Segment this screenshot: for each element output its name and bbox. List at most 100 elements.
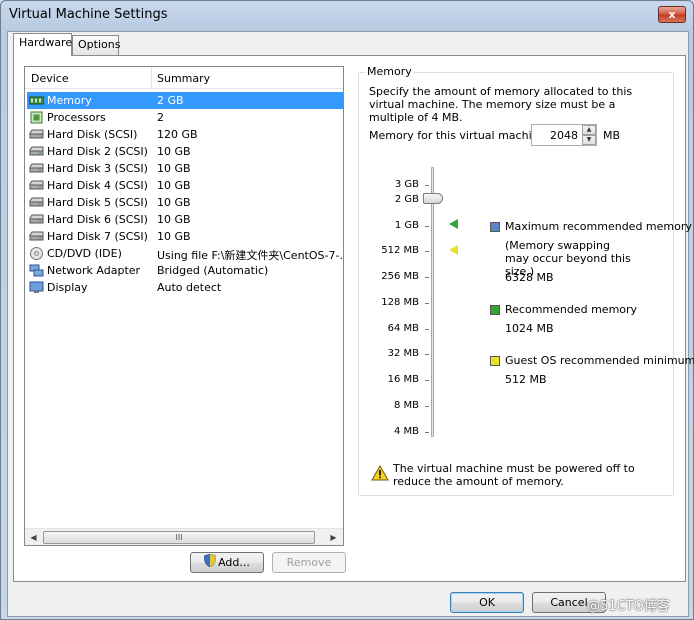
min-legend-swatch xyxy=(490,356,500,366)
recommended-marker-icon xyxy=(449,219,458,229)
scale-label: 32 MB xyxy=(387,348,419,359)
device-summary: 10 GB xyxy=(157,213,191,226)
device-row[interactable]: Network Adapter Bridged (Automatic) xyxy=(27,262,343,279)
rec-legend-value: 1024 MB xyxy=(505,322,554,335)
device-row[interactable]: CD/DVD (IDE) Using file F:\新建文件夹\CentOS-7… xyxy=(27,245,343,262)
scale-tick xyxy=(425,185,429,186)
hard-disk-icon xyxy=(29,128,44,141)
scale-label: 128 MB xyxy=(381,297,419,308)
device-name: Display xyxy=(47,281,88,294)
device-list-header: Device Summary xyxy=(25,67,343,89)
device-name: Hard Disk 4 (SCSI) xyxy=(47,179,148,192)
hard-disk-icon xyxy=(29,145,44,158)
device-summary: Using file F:\新建文件夹\CentOS-7-... xyxy=(157,249,343,262)
scale-label: 64 MB xyxy=(387,323,419,334)
scroll-left-icon[interactable]: ◀ xyxy=(25,529,42,545)
device-row[interactable]: Hard Disk 2 (SCSI) 10 GB xyxy=(27,143,343,160)
device-summary: Auto detect xyxy=(157,281,222,294)
memory-group-title: Memory xyxy=(365,65,414,78)
memory-input[interactable] xyxy=(533,126,580,144)
column-summary[interactable]: Summary xyxy=(157,72,210,85)
memory-spinner[interactable]: ▲ ▼ xyxy=(531,124,597,146)
window-title: Virtual Machine Settings xyxy=(9,7,168,22)
scale-label: 256 MB xyxy=(381,271,419,282)
scale-tick xyxy=(425,354,429,355)
add-button-label: Add... xyxy=(218,556,250,569)
device-name: CD/DVD (IDE) xyxy=(47,247,122,260)
scale-tick xyxy=(425,303,429,304)
device-name: Processors xyxy=(47,111,106,124)
spin-up-icon[interactable]: ▲ xyxy=(582,125,596,135)
tab-options[interactable]: Options xyxy=(72,35,120,55)
device-name: Hard Disk 3 (SCSI) xyxy=(47,162,148,175)
device-row[interactable]: Processors 2 xyxy=(27,109,343,126)
display-icon xyxy=(29,281,44,294)
ok-button[interactable]: OK xyxy=(450,592,524,613)
device-row[interactable]: Hard Disk 3 (SCSI) 10 GB xyxy=(27,160,343,177)
device-name: Network Adapter xyxy=(47,264,141,277)
scale-tick xyxy=(425,432,429,433)
scale-tick xyxy=(425,406,429,407)
add-button[interactable]: Add... xyxy=(190,552,264,573)
memory-slider-track[interactable] xyxy=(431,167,434,437)
column-device[interactable]: Device xyxy=(31,72,69,85)
scale-tick xyxy=(425,251,429,252)
spin-down-icon[interactable]: ▼ xyxy=(582,135,596,145)
scale-label: 8 MB xyxy=(393,400,419,411)
warning-icon xyxy=(371,464,389,481)
scroll-right-icon[interactable]: ▶ xyxy=(325,529,342,545)
scale-tick xyxy=(425,380,429,381)
memory-slider-thumb[interactable] xyxy=(423,193,443,204)
scale-tick xyxy=(425,226,429,227)
memory-field-label: Memory for this virtual machine: xyxy=(369,129,550,142)
device-row[interactable]: Hard Disk (SCSI) 120 GB xyxy=(27,126,343,143)
tab-hardware[interactable]: Hardware xyxy=(13,33,72,56)
device-row[interactable]: Hard Disk 4 (SCSI) 10 GB xyxy=(27,177,343,194)
memory-unit: MB xyxy=(603,129,621,142)
device-row[interactable]: Hard Disk 5 (SCSI) 10 GB xyxy=(27,194,343,211)
device-row[interactable]: Memory 2 GB xyxy=(27,92,343,109)
cd-dvd-icon xyxy=(29,247,44,260)
device-name: Hard Disk (SCSI) xyxy=(47,128,138,141)
hard-disk-icon xyxy=(29,213,44,226)
device-name: Hard Disk 7 (SCSI) xyxy=(47,230,148,243)
scale-tick xyxy=(425,277,429,278)
device-summary: 2 GB xyxy=(157,94,184,107)
device-row[interactable]: Display Auto detect xyxy=(27,279,343,296)
hard-disk-icon xyxy=(29,196,44,209)
device-name: Hard Disk 5 (SCSI) xyxy=(47,196,148,209)
dialog-client: Hardware Options Device Summary Memory 2 … xyxy=(7,31,694,617)
max-legend-swatch xyxy=(490,222,500,232)
hard-disk-icon xyxy=(29,162,44,175)
device-list[interactable]: Device Summary Memory 2 GB Processors 2 Hard… xyxy=(24,66,344,546)
remove-button[interactable]: Remove xyxy=(272,552,346,573)
column-separator xyxy=(151,67,152,89)
device-name: Hard Disk 6 (SCSI) xyxy=(47,213,148,226)
hard-disk-icon xyxy=(29,179,44,192)
memory-group: Memory Specify the amount of memory allo… xyxy=(358,65,694,496)
rec-legend-label: Recommended memory xyxy=(505,303,638,316)
scale-tick xyxy=(425,329,429,330)
device-summary: 2 xyxy=(157,111,164,124)
device-summary: 120 GB xyxy=(157,128,198,141)
settings-window: Virtual Machine Settings x Hardware Opti… xyxy=(0,0,694,620)
close-button[interactable]: x xyxy=(658,6,686,23)
scale-label: 3 GB xyxy=(394,179,419,190)
scale-label: 4 MB xyxy=(393,426,419,437)
device-summary: 10 GB xyxy=(157,162,191,175)
scale-label: 1 GB xyxy=(394,220,419,231)
device-summary: 10 GB xyxy=(157,145,191,158)
memory-description: Specify the amount of memory allocated t… xyxy=(369,85,633,124)
scroll-thumb[interactable]: III xyxy=(43,531,315,544)
min-legend-label: Guest OS recommended minimum xyxy=(505,354,694,367)
scale-label: 512 MB xyxy=(381,245,419,256)
device-name: Memory xyxy=(47,94,92,107)
device-summary: 10 GB xyxy=(157,196,191,209)
device-summary: 10 GB xyxy=(157,230,191,243)
minimum-marker-icon xyxy=(449,245,458,255)
processor-icon xyxy=(29,111,44,124)
device-summary: Bridged (Automatic) xyxy=(157,264,269,277)
device-row[interactable]: Hard Disk 7 (SCSI) 10 GB xyxy=(27,228,343,245)
device-row[interactable]: Hard Disk 6 (SCSI) 10 GB xyxy=(27,211,343,228)
horizontal-scrollbar[interactable]: ◀ III ▶ xyxy=(25,528,343,545)
